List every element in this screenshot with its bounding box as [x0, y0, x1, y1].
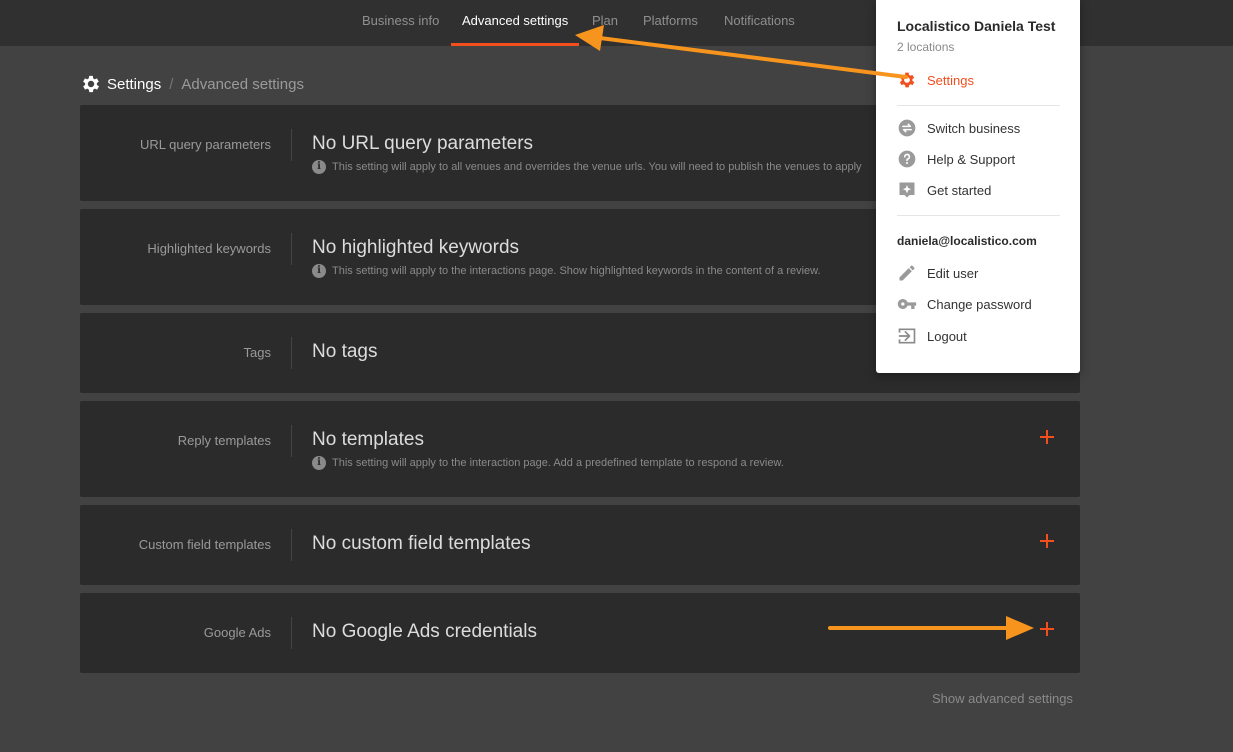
menu-item-logout[interactable]: Logout — [897, 325, 967, 347]
breadcrumb-current[interactable]: Settings — [107, 76, 161, 93]
show-advanced-settings-link[interactable]: Show advanced settings — [932, 691, 1073, 706]
section-custom-field-templates: Custom field templates No custom field t… — [80, 505, 1080, 585]
section-title: No highlighted keywords — [312, 237, 520, 258]
breadcrumb: Settings / Advanced settings — [80, 73, 304, 95]
menu-item-label: Edit user — [927, 265, 979, 281]
section-note: i This setting will apply to all venues … — [312, 160, 862, 174]
menu-item-help-support[interactable]: Help & Support — [897, 148, 1015, 170]
section-label: Custom field templates — [138, 537, 271, 552]
sparkle-icon — [899, 182, 915, 198]
add-custom-field-template-button[interactable] — [1038, 532, 1056, 550]
user-email: daniela@localistico.com — [897, 234, 1037, 248]
switch-icon — [898, 119, 916, 137]
section-divider — [291, 425, 292, 457]
menu-item-edit-user[interactable]: Edit user — [897, 262, 978, 284]
section-reply-templates: Reply templates No templates i This sett… — [80, 401, 1080, 497]
menu-item-label: Help & Support — [927, 151, 1016, 167]
gear-icon — [899, 72, 915, 88]
menu-item-label: Switch business — [927, 120, 1021, 136]
section-divider — [291, 337, 292, 369]
section-note-text: This setting will apply to all venues an… — [332, 161, 862, 173]
tab-plan[interactable]: Plan — [592, 0, 618, 46]
menu-divider — [897, 105, 1060, 106]
tab-notifications[interactable]: Notifications — [724, 0, 795, 46]
section-label: Tags — [243, 345, 271, 360]
menu-item-switch-business[interactable]: Switch business — [897, 117, 1020, 139]
menu-item-label: Logout — [927, 328, 967, 344]
section-label: URL query parameters — [139, 137, 271, 152]
business-name: Localistico Daniela Test — [897, 18, 1056, 34]
add-google-ads-credentials-button[interactable] — [1038, 620, 1056, 638]
logout-icon — [898, 328, 916, 344]
section-divider — [291, 617, 292, 649]
section-label: Reply templates — [177, 433, 271, 448]
section-note-text: This setting will apply to the interacti… — [332, 265, 821, 277]
pencil-icon — [899, 265, 915, 281]
section-google-ads: Google Ads No Google Ads credentials — [80, 593, 1080, 673]
menu-item-get-started[interactable]: Get started — [897, 179, 991, 201]
tab-business-info[interactable]: Business info — [362, 0, 439, 46]
gear-icon — [83, 75, 99, 93]
info-icon: i — [312, 456, 326, 470]
section-label: Highlighted keywords — [147, 241, 271, 256]
info-icon: i — [312, 264, 326, 278]
menu-item-settings[interactable]: Settings — [897, 69, 974, 91]
menu-item-label: Settings — [927, 72, 974, 88]
menu-item-label: Get started — [927, 182, 992, 198]
account-menu: Localistico Daniela Test 2 locations Set… — [876, 0, 1080, 373]
section-title: No custom field templates — [312, 533, 531, 554]
breadcrumb-separator: / — [169, 75, 174, 93]
locations-count: 2 locations — [897, 40, 955, 54]
section-title: No Google Ads credentials — [312, 621, 537, 642]
section-label: Google Ads — [203, 625, 271, 640]
section-title: No templates — [312, 429, 424, 450]
section-title: No tags — [312, 341, 378, 362]
menu-item-label: Change password — [927, 296, 1032, 312]
tab-advanced-settings[interactable]: Advanced settings — [450, 0, 580, 46]
section-title: No URL query parameters — [312, 133, 534, 154]
section-divider — [291, 233, 292, 265]
key-icon — [897, 299, 917, 309]
help-icon — [898, 150, 916, 168]
menu-divider — [897, 215, 1060, 216]
breadcrumb-page: Advanced settings — [181, 75, 304, 93]
section-divider — [291, 129, 292, 161]
menu-item-change-password[interactable]: Change password — [897, 293, 1032, 315]
section-note: i This setting will apply to the interac… — [312, 456, 784, 470]
info-icon: i — [312, 160, 326, 174]
section-note-text: This setting will apply to the interacti… — [332, 457, 784, 469]
tab-platforms[interactable]: Platforms — [643, 0, 698, 46]
add-reply-template-button[interactable] — [1038, 428, 1056, 446]
section-divider — [291, 529, 292, 561]
section-note: i This setting will apply to the interac… — [312, 264, 821, 278]
